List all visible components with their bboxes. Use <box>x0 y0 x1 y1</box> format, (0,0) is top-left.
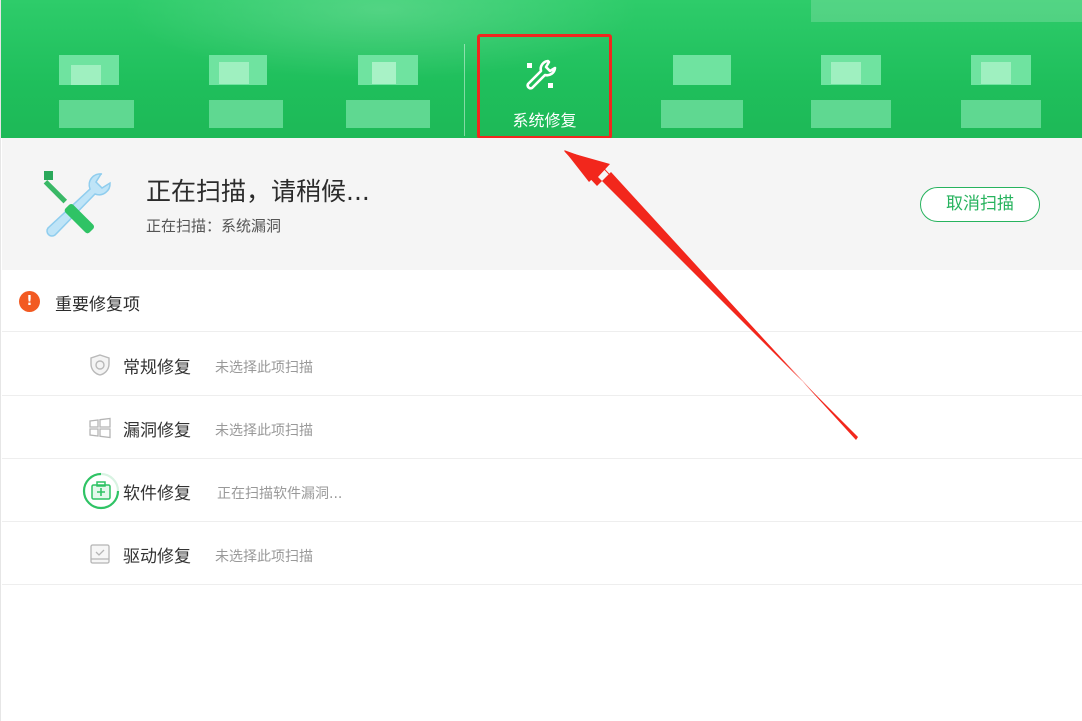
repair-item-status: 未选择此项扫描 <box>215 360 313 376</box>
scan-status-panel: 正在扫描，请稍候... 正在扫描：系统漏洞 取消扫描 <box>2 138 1082 270</box>
nav-divider <box>464 44 465 136</box>
app-window: 系统修复 正在扫描，请稍候... 正在扫描：系统漏洞 取消扫描 ! 重要修复项 … <box>0 0 1082 721</box>
windows-icon <box>89 417 111 439</box>
repair-item-general[interactable]: 常规修复 未选择此项扫描 <box>2 333 1082 396</box>
top-navigation-bar: 系统修复 <box>1 0 1082 138</box>
warning-icon: ! <box>19 291 40 312</box>
nav-tab-blurred-1[interactable] <box>31 0 171 138</box>
repair-tools-icon <box>43 171 111 237</box>
cancel-scan-button[interactable]: 取消扫描 <box>920 187 1040 222</box>
repair-item-software[interactable]: 软件修复 正在扫描软件漏洞... <box>2 459 1082 522</box>
repair-item-label: 软件修复 <box>123 484 191 504</box>
driver-icon <box>90 544 110 564</box>
repair-item-status: 未选择此项扫描 <box>215 549 313 565</box>
repair-item-label: 驱动修复 <box>123 547 191 567</box>
wrench-icon <box>526 59 557 90</box>
repair-item-vulnerability[interactable]: 漏洞修复 未选择此项扫描 <box>2 396 1082 459</box>
nav-tab-blurred-2[interactable] <box>179 0 319 138</box>
nav-tab-label: 系统修复 <box>512 111 577 130</box>
important-repair-section: ! 重要修复项 <box>2 270 1082 332</box>
nav-tab-system-repair[interactable]: 系统修复 <box>477 34 612 138</box>
repair-item-driver[interactable]: 驱动修复 未选择此项扫描 <box>2 522 1082 585</box>
repair-item-label: 常规修复 <box>123 358 191 378</box>
repair-item-label: 漏洞修复 <box>123 421 191 441</box>
shield-icon <box>90 354 110 376</box>
repair-item-status: 正在扫描软件漏洞... <box>217 486 343 502</box>
nav-tab-blurred-3[interactable] <box>326 0 466 138</box>
section-title: 重要修复项 <box>55 295 140 315</box>
software-box-icon <box>82 472 120 510</box>
scan-title: 正在扫描，请稍候... <box>146 177 370 206</box>
scan-subtitle: 正在扫描：系统漏洞 <box>146 217 282 235</box>
repair-item-status: 未选择此项扫描 <box>215 423 313 439</box>
header-blur-strip <box>811 0 1082 22</box>
nav-tab-blurred-4[interactable] <box>641 0 781 138</box>
